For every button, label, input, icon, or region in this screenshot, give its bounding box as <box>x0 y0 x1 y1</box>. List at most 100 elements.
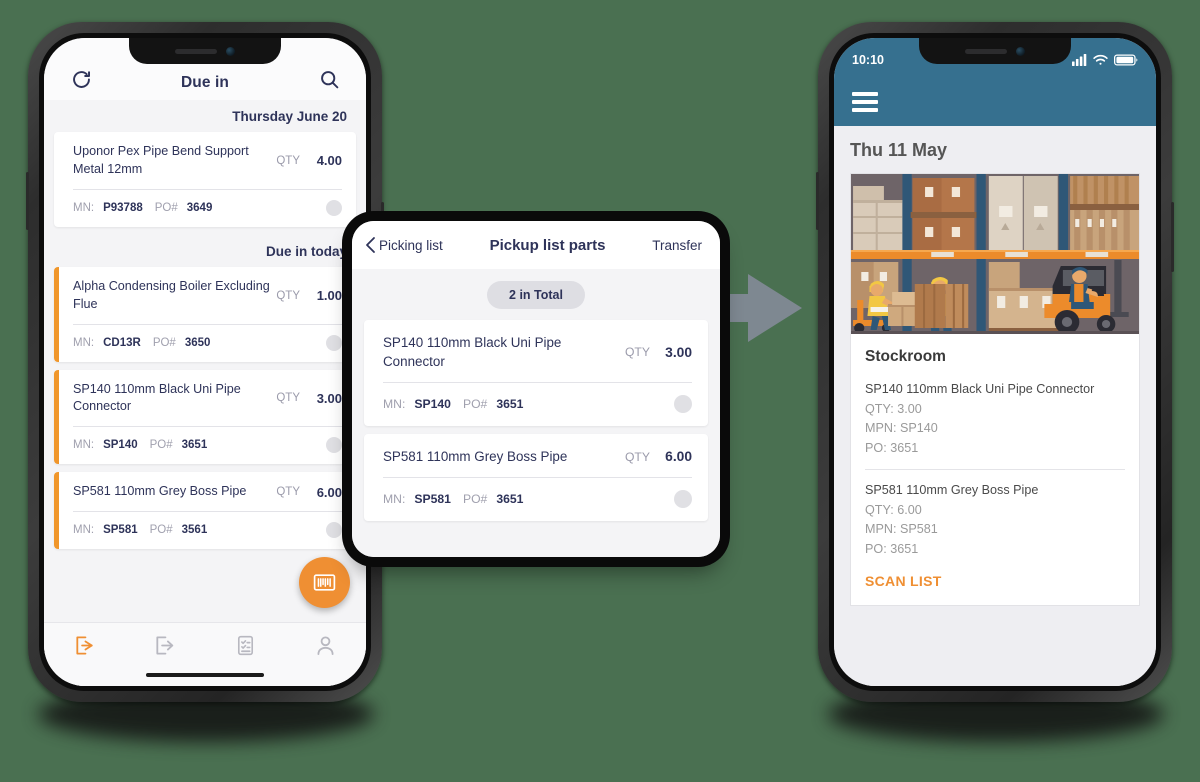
refresh-icon[interactable] <box>68 66 94 92</box>
item-qty-value: 6.00 <box>665 449 692 465</box>
item-po-label: PO# <box>149 439 173 452</box>
item-po-label: PO# <box>152 336 176 349</box>
item-mn-label: MN: <box>383 492 406 507</box>
item-name: SP140 110mm Black Uni Pipe Connector <box>383 335 562 370</box>
item-mn-value: SP140 <box>103 439 138 452</box>
item-qty-label: QTY <box>276 154 300 167</box>
stockroom-card: Stockroom SP140 110mm Black Uni Pipe Con… <box>850 173 1140 607</box>
item-status-dot[interactable] <box>674 395 692 414</box>
item-status-dot[interactable] <box>326 437 342 454</box>
item-qty-value: 3.00 <box>665 344 692 360</box>
stockroom-card-body: Stockroom SP140 110mm Black Uni Pipe Con… <box>851 334 1139 605</box>
right-phone-device: 10:10 Thu 11 May Stockroom SP140 110mm B… <box>816 22 1174 702</box>
item-mn-label: MN: <box>73 336 95 349</box>
left-phone-volume-buttons <box>26 172 29 230</box>
front-camera <box>226 46 235 56</box>
list-item[interactable]: Alpha Condensing Boiler Excluding Flue Q… <box>54 266 356 362</box>
home-indicator <box>146 673 264 677</box>
scan-list-button[interactable]: SCAN LIST <box>865 573 1125 589</box>
item-qty-label: QTY <box>624 345 650 360</box>
item-name: Uponor Pex Pipe Bend Support Metal 12mm <box>73 144 249 176</box>
chevron-left-icon <box>366 237 375 253</box>
item-status-dot[interactable] <box>326 522 342 539</box>
item-mn-value: SP581 <box>414 492 451 507</box>
earpiece-speaker <box>965 48 1007 54</box>
item-mn-label: MN: <box>73 439 95 452</box>
divider <box>865 469 1125 471</box>
stockroom-title: Stockroom <box>865 348 946 365</box>
app-bar <box>834 78 1156 126</box>
list-item[interactable]: SP581 110mm Grey Boss Pipe QTY: 6.00 MPN… <box>865 481 1125 559</box>
item-po-value: 3561 <box>181 524 208 537</box>
left-phone-bezel: Due in Thursday June 20 Uponor Pex Pipe … <box>39 33 371 691</box>
wifi-icon <box>1093 54 1108 65</box>
right-phone-notch <box>919 38 1071 64</box>
stockroom-body: Thu 11 May Stockroom SP140 110mm Black U… <box>834 126 1156 686</box>
item-mpn: MPN: SP581 <box>865 522 938 537</box>
item-po-value: 3651 <box>181 439 208 452</box>
date-heading: Thu 11 May <box>850 140 948 160</box>
item-status-dot[interactable] <box>326 334 342 351</box>
item-mn-value: SP140 <box>414 397 451 412</box>
goods-in-icon[interactable] <box>71 632 97 658</box>
pickup-list-parts-card: Picking list Pickup list parts Transfer … <box>352 221 720 557</box>
item-mn-value: CD13R <box>103 336 141 349</box>
earpiece-speaker <box>175 48 217 54</box>
list-item[interactable]: SP581 110mm Grey Boss Pipe QTY 6.00 MN: … <box>364 434 708 522</box>
barcode-scan-icon[interactable] <box>299 557 350 608</box>
search-icon[interactable] <box>316 66 342 92</box>
total-count-badge: 2 in Total <box>487 281 585 309</box>
item-po-label: PO# <box>462 397 488 412</box>
screenshot-stage: Due in Thursday June 20 Uponor Pex Pipe … <box>0 0 1200 782</box>
left-phone-notch <box>129 38 281 64</box>
section-heading: Thursday June 20 <box>232 109 347 124</box>
cellular-signal-icon <box>1072 54 1087 66</box>
battery-icon <box>1114 54 1138 66</box>
goods-out-icon[interactable] <box>152 632 178 658</box>
list-item[interactable]: SP140 110mm Black Uni Pipe Connector QTY… <box>54 369 356 465</box>
right-phone-power-button <box>1171 202 1174 272</box>
list-item[interactable]: SP581 110mm Grey Boss Pipe QTY 6.00 MN: … <box>54 472 356 550</box>
page-title: Due in <box>181 74 229 91</box>
right-phone-bezel: 10:10 Thu 11 May Stockroom SP140 110mm B… <box>829 33 1161 691</box>
item-name: Alpha Condensing Boiler Excluding Flue <box>73 278 270 311</box>
item-mn-value: P93788 <box>103 201 143 214</box>
list-item[interactable]: Uponor Pex Pipe Bend Support Metal 12mm … <box>54 132 356 227</box>
item-po: PO: 3651 <box>865 440 919 455</box>
item-qty-value: 4.00 <box>316 153 342 169</box>
item-po-value: 3650 <box>184 336 211 349</box>
item-po-value: 3651 <box>496 492 524 507</box>
item-status-dot[interactable] <box>326 199 342 216</box>
warehouse-illustration <box>851 174 1139 334</box>
item-po: PO: 3651 <box>865 541 919 556</box>
item-po-label: PO# <box>154 201 178 214</box>
checklist-icon[interactable] <box>232 632 258 658</box>
item-po-label: PO# <box>462 492 488 507</box>
item-qty: QTY: 6.00 <box>865 502 922 517</box>
person-icon[interactable] <box>313 632 339 658</box>
item-name: SP140 110mm Black Uni Pipe Connector <box>865 382 1095 396</box>
left-phone-device: Due in Thursday June 20 Uponor Pex Pipe … <box>26 22 384 702</box>
status-time: 10:10 <box>852 53 884 67</box>
overlay-body: 2 in Total SP140 110mm Black Uni Pipe Co… <box>352 269 720 557</box>
back-to-picking-list-button[interactable]: Picking list <box>364 236 443 254</box>
back-label: Picking list <box>379 237 443 253</box>
list-item[interactable]: SP140 110mm Black Uni Pipe Connector QTY… <box>865 380 1125 458</box>
item-mn-label: MN: <box>73 201 95 214</box>
item-qty-label: QTY <box>624 449 650 464</box>
item-qty: QTY: 3.00 <box>865 401 922 416</box>
item-po-value: 3649 <box>186 201 213 214</box>
overlay-title: Pickup list parts <box>489 236 606 254</box>
item-qty-value: 1.00 <box>316 288 342 304</box>
item-po-label: PO# <box>149 524 173 537</box>
overlay-topbar: Picking list Pickup list parts Transfer <box>352 221 720 269</box>
transfer-button[interactable]: Transfer <box>652 238 702 253</box>
item-po-value: 3651 <box>496 397 524 412</box>
item-name: SP581 110mm Grey Boss Pipe <box>865 483 1039 498</box>
item-name: SP581 110mm Grey Boss Pipe <box>383 449 568 465</box>
hamburger-menu-icon[interactable] <box>852 92 878 112</box>
item-qty-label: QTY <box>276 392 300 405</box>
item-status-dot[interactable] <box>674 490 692 509</box>
item-name: SP581 110mm Grey Boss Pipe <box>73 484 247 499</box>
list-item[interactable]: SP140 110mm Black Uni Pipe Connector QTY… <box>364 320 708 427</box>
